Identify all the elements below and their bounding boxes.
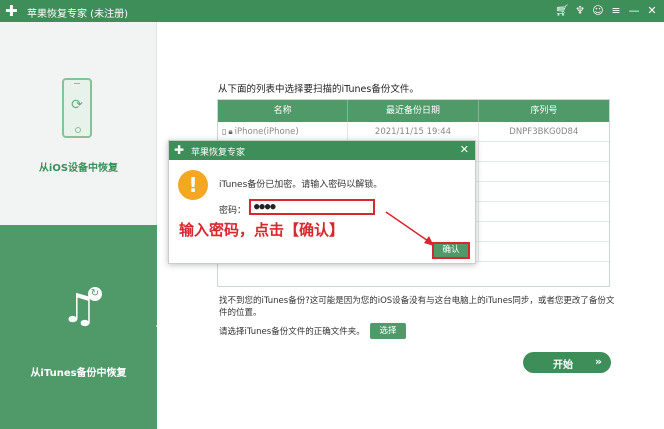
table-row[interactable]: ▯ 🔒︎ iPhone(iPhone) 2021/11/15 19:44 DNPF3… <box>218 122 609 142</box>
sidebar-item-label: 从iOS设备中恢复 <box>38 163 119 174</box>
choose-prompt: 请选择iTunes备份文件的正确文件夹。 <box>219 327 365 337</box>
app-logo-icon: ✚ <box>174 143 185 157</box>
cell-name: ▯ 🔒︎ iPhone(iPhone) <box>218 122 349 141</box>
close-icon[interactable]: ✕ <box>460 143 469 156</box>
minimize-icon[interactable]: — <box>626 3 642 19</box>
sidebar-item-label: 从iTunes备份中恢复 <box>30 368 127 379</box>
window-controls: 🛒︎ ♆ ☺ ≡ — ✕ <box>554 3 660 19</box>
app-logo-icon: ✚ <box>5 2 18 20</box>
dialog-title-bar: ✚ 苹果恢复专家 ✕ <box>169 141 475 160</box>
start-button-label: 开始 <box>553 360 573 371</box>
lock-icon: 🔒︎ <box>228 127 233 136</box>
cell-date: 2021/11/15 19:44 <box>348 122 479 141</box>
window-title: 苹果恢复专家 (未注册) <box>27 9 128 20</box>
refresh-badge-icon: ↻ <box>88 287 102 301</box>
column-header-serial[interactable]: 序列号 <box>479 100 609 122</box>
password-dialog: ✚ 苹果恢复专家 ✕ ! iTunes备份已加密。请输入密码以解锁。 密码： ●… <box>168 140 476 264</box>
sidebar-item-ios-device[interactable]: ⟳ 从iOS设备中恢复 <box>0 22 157 225</box>
device-icon: ▯ <box>222 127 227 136</box>
double-chevron-right-icon: » <box>594 355 602 368</box>
phone-sync-icon: ⟳ <box>62 78 92 138</box>
choose-folder-button[interactable]: 选择 <box>370 323 406 339</box>
menu-icon[interactable]: ≡ <box>608 3 624 19</box>
password-label: 密码： <box>219 206 247 216</box>
start-button[interactable]: 开始 » <box>523 352 611 373</box>
sidebar-item-itunes-backup[interactable]: ♫ ↻ 从iTunes备份中恢复 <box>0 225 165 429</box>
column-header-name[interactable]: 名称 <box>218 100 349 122</box>
dialog-message: iTunes备份已加密。请输入密码以解锁。 <box>219 180 383 190</box>
cart-icon[interactable]: 🛒︎ <box>554 3 570 19</box>
chat-icon[interactable]: ☺ <box>590 3 606 19</box>
instruction-text: 从下面的列表中选择要扫描的iTunes备份文件。 <box>218 84 419 95</box>
sync-icon: ⟳ <box>71 97 83 113</box>
password-input[interactable]: ●●●● <box>249 199 375 215</box>
sidebar: ⟳ 从iOS设备中恢复 ♫ ↻ 从iTunes备份中恢复 <box>0 22 165 429</box>
cell-name-text: iPhone(iPhone) <box>234 127 299 137</box>
column-header-date[interactable]: 最近备份日期 <box>348 100 479 122</box>
dialog-title: 苹果恢复专家 <box>191 148 246 158</box>
settings-icon[interactable]: ♆ <box>572 3 588 19</box>
title-bar: ✚ 苹果恢复专家 (未注册) 🛒︎ ♆ ☺ ≡ — ✕ <box>0 0 664 22</box>
table-header: 名称 最近备份日期 序列号 <box>218 100 609 122</box>
close-icon[interactable]: ✕ <box>644 3 660 19</box>
help-note: 找不到您的iTunes备份?这可能是因为您的iOS设备没有与这台电脑上的iTun… <box>219 296 615 318</box>
warning-icon: ! <box>178 170 208 200</box>
annotation-text: 输入密码，点击【确认】 <box>179 221 345 239</box>
cell-serial: DNPF3BKG0D84 <box>509 127 579 137</box>
confirm-button[interactable]: 确认 <box>432 242 470 259</box>
